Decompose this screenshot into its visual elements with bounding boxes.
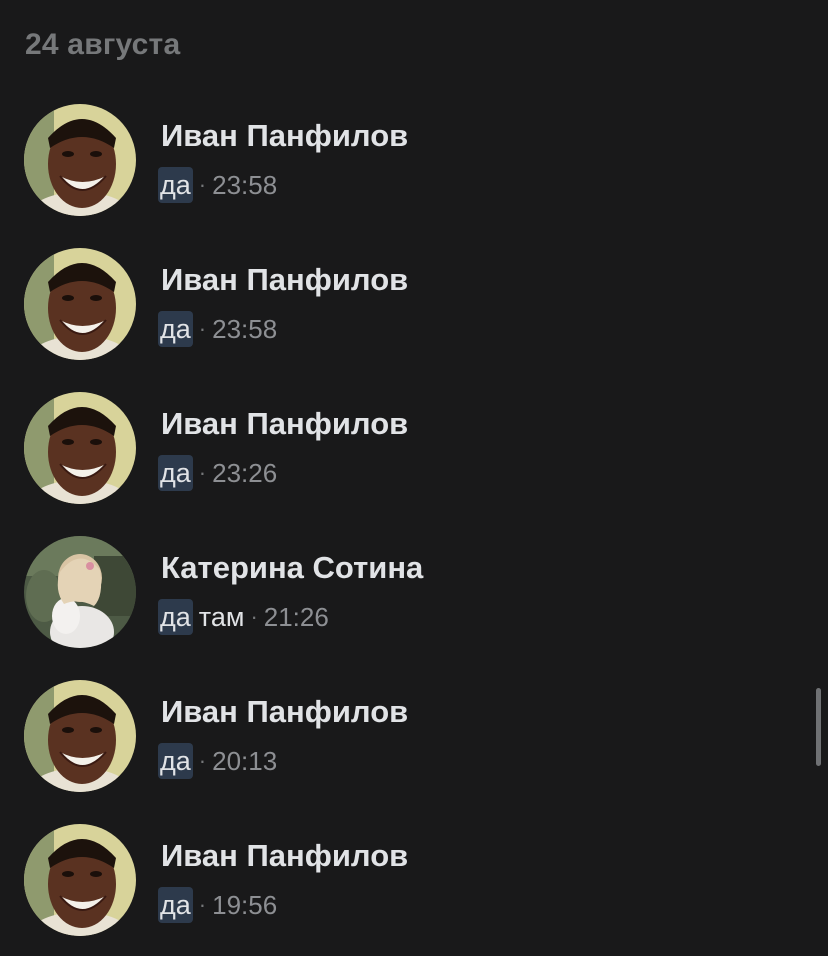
separator: ·	[198, 172, 207, 197]
message-snippet: да · 23:58	[158, 310, 277, 348]
man-avatar-image	[24, 392, 136, 504]
sender-name: Иван Панфилов	[161, 838, 409, 873]
man-avatar-image	[24, 824, 136, 936]
message-snippet: да · 23:58	[158, 166, 277, 204]
message-snippet: да · 23:26	[158, 454, 277, 492]
separator: ·	[198, 316, 207, 341]
highlighted-match: да	[158, 167, 193, 203]
message-time: 21:26	[263, 601, 329, 632]
avatar[interactable]	[24, 104, 136, 216]
message-result-row[interactable]: Иван Панфилов да · 19:56	[0, 824, 828, 956]
sender-name: Иван Панфилов	[161, 406, 409, 441]
snippet-text: там	[198, 601, 245, 632]
message-snippet: да там · 21:26	[158, 598, 329, 636]
man-avatar-image	[24, 248, 136, 360]
scrollbar-thumb[interactable]	[816, 688, 821, 766]
sender-name: Иван Панфилов	[161, 694, 409, 729]
sender-name: Иван Панфилов	[161, 118, 409, 153]
avatar[interactable]	[24, 248, 136, 360]
avatar[interactable]	[24, 680, 136, 792]
message-result-row[interactable]: Катерина Сотина да там · 21:26	[0, 536, 828, 680]
avatar[interactable]	[24, 392, 136, 504]
message-time: 23:58	[212, 169, 278, 200]
sender-name: Иван Панфилов	[161, 262, 409, 297]
highlighted-match: да	[158, 599, 193, 635]
separator: ·	[198, 892, 207, 917]
date-header: 24 августа	[25, 28, 181, 61]
highlighted-match: да	[158, 455, 193, 491]
highlighted-match: да	[158, 887, 193, 923]
man-avatar-image	[24, 680, 136, 792]
avatar[interactable]	[24, 536, 136, 648]
message-result-row[interactable]: Иван Панфилов да · 23:58	[0, 248, 828, 392]
separator: ·	[198, 748, 207, 773]
message-result-row[interactable]: Иван Панфилов да · 23:58	[0, 104, 828, 248]
highlighted-match: да	[158, 311, 193, 347]
message-time: 20:13	[212, 745, 278, 776]
message-time: 23:58	[212, 313, 278, 344]
message-snippet: да · 20:13	[158, 742, 277, 780]
search-results-list: Иван Панфилов да · 23:58 Иван Панфилов д…	[0, 104, 828, 956]
separator: ·	[198, 460, 207, 485]
message-snippet: да · 19:56	[158, 886, 277, 924]
message-time: 23:26	[212, 457, 278, 488]
sender-name: Катерина Сотина	[161, 550, 424, 585]
girl-avatar-image	[24, 536, 136, 648]
separator: ·	[250, 604, 258, 629]
avatar[interactable]	[24, 824, 136, 936]
message-result-row[interactable]: Иван Панфилов да · 20:13	[0, 680, 828, 824]
message-result-row[interactable]: Иван Панфилов да · 23:26	[0, 392, 828, 536]
highlighted-match: да	[158, 743, 193, 779]
man-avatar-image	[24, 104, 136, 216]
message-time: 19:56	[212, 889, 278, 920]
